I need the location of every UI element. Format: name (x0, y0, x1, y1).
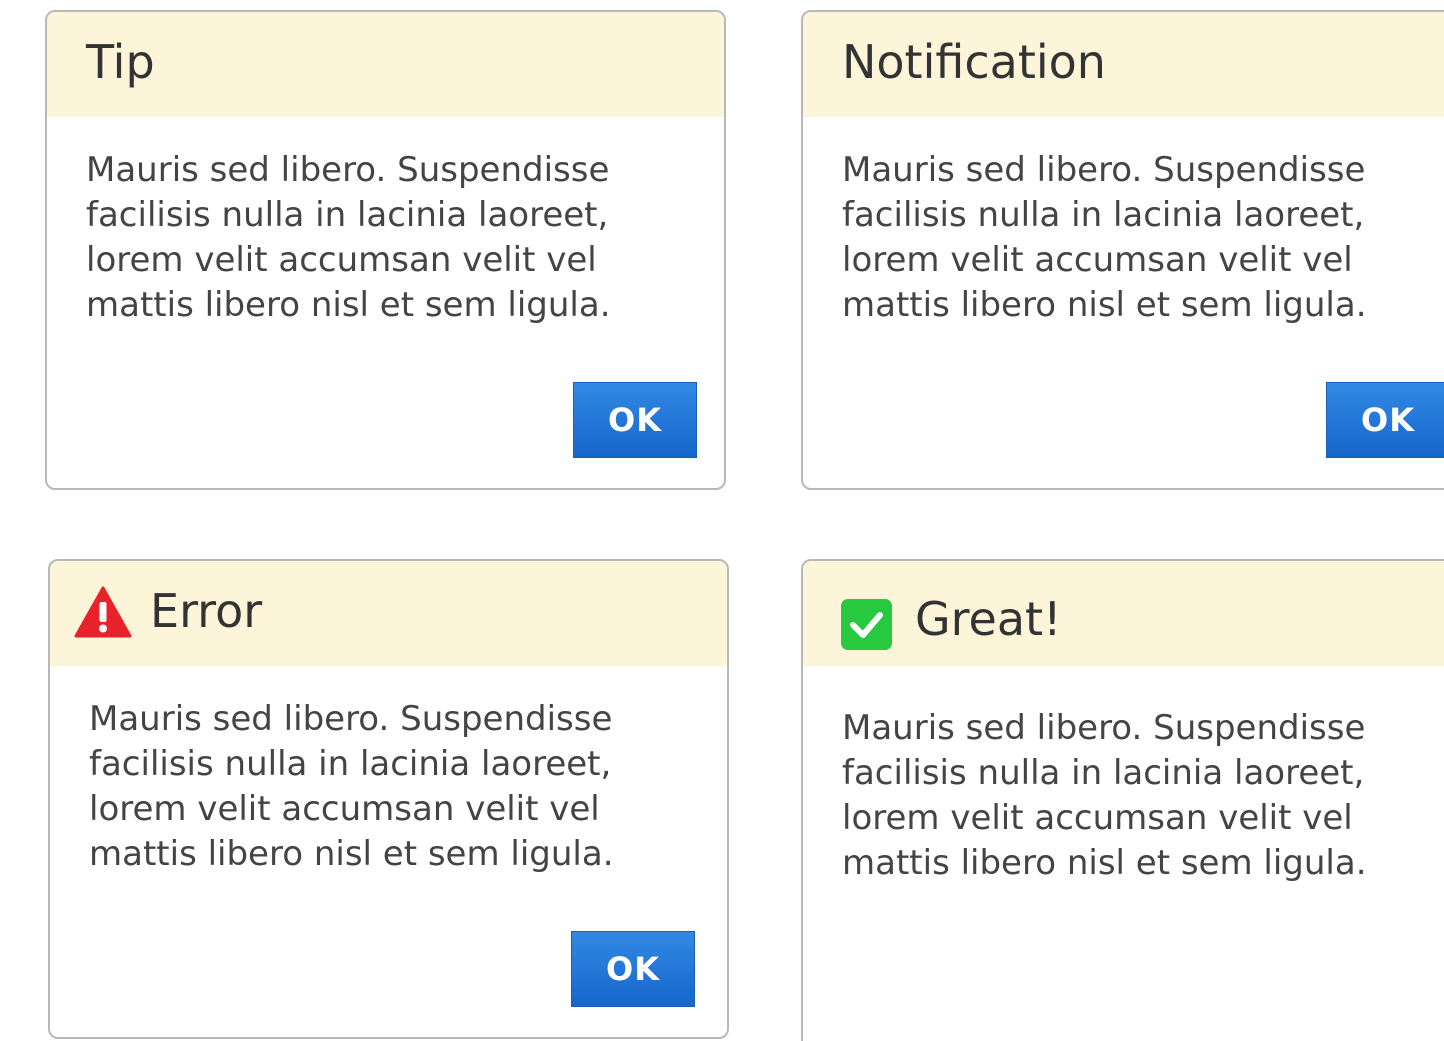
message-line: Mauris sed libero. Suspendisse (89, 699, 613, 739)
dialog-message: Mauris sed libero. Suspendisse facilisis… (842, 706, 1367, 886)
tip-dialog: Tip Mauris sed libero. Suspendisse facil… (45, 10, 726, 490)
message-line: lorem velit accumsan velit vel (842, 240, 1353, 280)
dialog-message: Mauris sed libero. Suspendisse facilisis… (89, 697, 614, 877)
message-line: mattis libero nisl et sem ligula. (89, 834, 614, 874)
notification-dialog: Notification Mauris sed libero. Suspendi… (801, 10, 1444, 490)
dialog-title: Great! (915, 592, 1062, 646)
message-line: mattis libero nisl et sem ligula. (842, 285, 1367, 325)
message-line: facilisis nulla in lacinia laoreet, (842, 195, 1365, 235)
dialog-title: Tip (86, 35, 155, 89)
ok-button[interactable]: OK (1326, 382, 1444, 458)
message-line: facilisis nulla in lacinia laoreet, (86, 195, 609, 235)
checkmark-icon (841, 599, 892, 650)
message-line: Mauris sed libero. Suspendisse (86, 150, 610, 190)
message-line: Mauris sed libero. Suspendisse (842, 708, 1366, 748)
dialog-title: Notification (842, 35, 1106, 89)
message-line: lorem velit accumsan velit vel (89, 789, 600, 829)
dialog-header: Tip (47, 12, 724, 117)
message-line: lorem velit accumsan velit vel (842, 798, 1353, 838)
warning-triangle-icon (74, 586, 132, 638)
dialog-message: Mauris sed libero. Suspendisse facilisis… (86, 148, 611, 328)
dialog-header: Notification (803, 12, 1444, 117)
ok-button[interactable]: OK (573, 382, 697, 458)
dialog-header: Error (50, 561, 727, 666)
message-line: facilisis nulla in lacinia laoreet, (89, 744, 612, 784)
dialog-title: Error (150, 584, 263, 638)
message-line: mattis libero nisl et sem ligula. (842, 843, 1367, 883)
error-dialog: Error Mauris sed libero. Suspendisse fac… (48, 559, 729, 1039)
message-line: lorem velit accumsan velit vel (86, 240, 597, 280)
message-line: facilisis nulla in lacinia laoreet, (842, 753, 1365, 793)
message-line: Mauris sed libero. Suspendisse (842, 150, 1366, 190)
ok-button[interactable]: OK (571, 931, 695, 1007)
message-line: mattis libero nisl et sem ligula. (86, 285, 611, 325)
dialog-message: Mauris sed libero. Suspendisse facilisis… (842, 148, 1367, 328)
success-dialog: Great! Mauris sed libero. Suspendisse fa… (801, 559, 1444, 1041)
dialog-header: Great! (803, 561, 1444, 666)
dialog-gallery: Tip Mauris sed libero. Suspendisse facil… (0, 0, 1444, 1041)
